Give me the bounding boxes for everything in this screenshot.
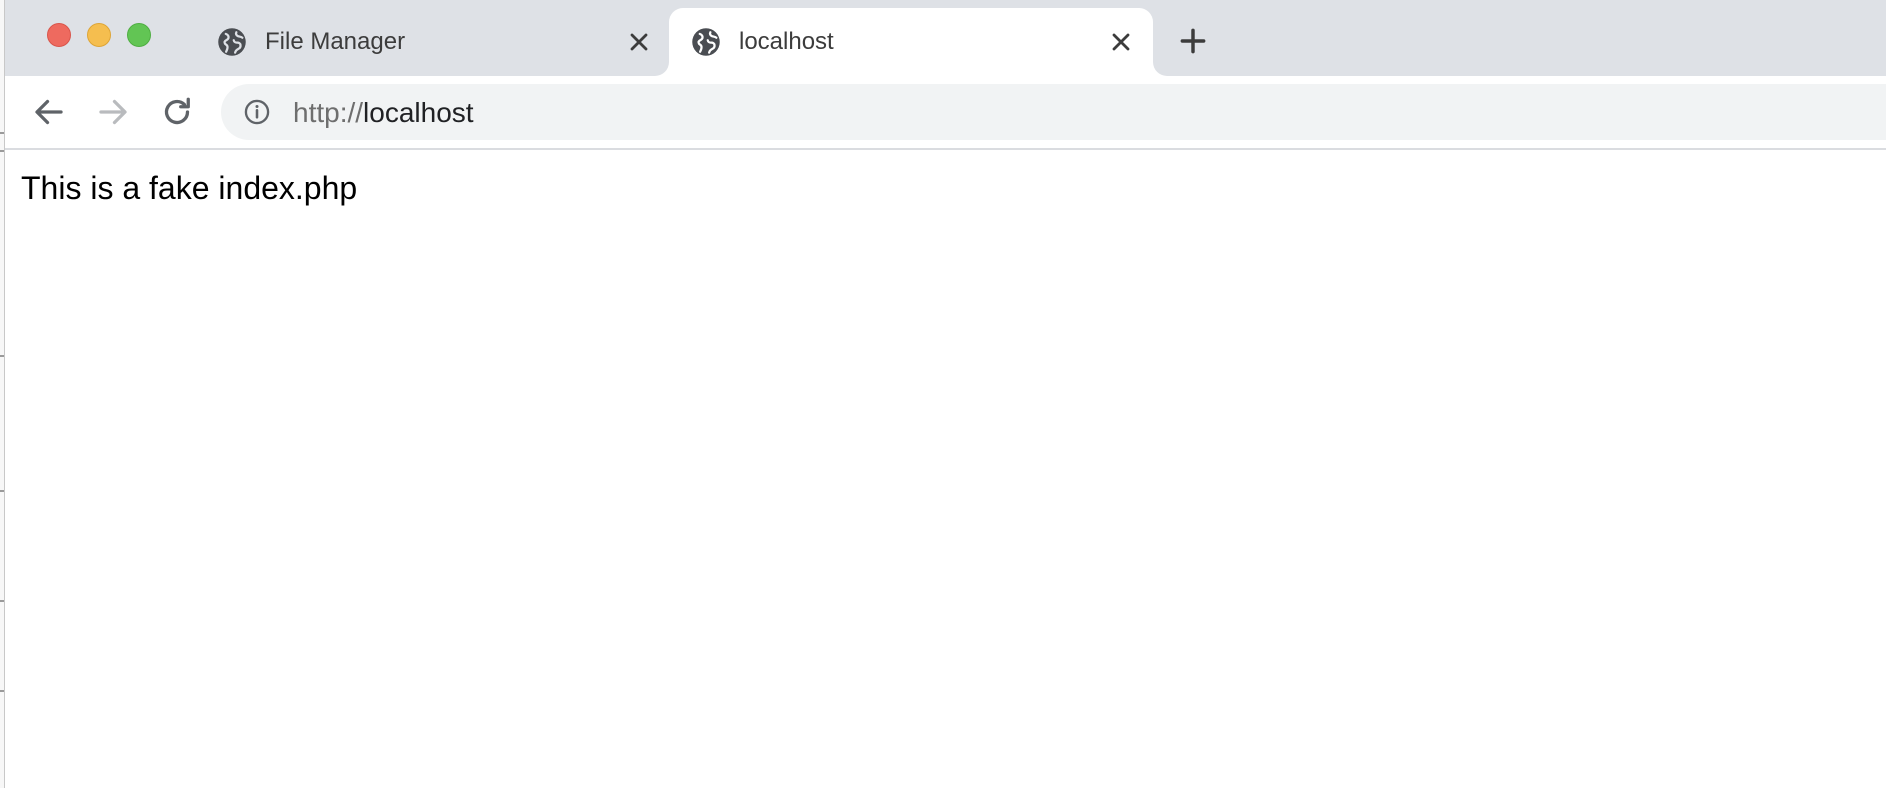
close-icon[interactable] bbox=[1107, 28, 1135, 56]
tab-localhost[interactable]: localhost bbox=[669, 8, 1153, 76]
tab-file-manager[interactable]: File Manager bbox=[195, 8, 671, 76]
window-close-button[interactable] bbox=[47, 23, 71, 47]
info-icon[interactable] bbox=[243, 98, 271, 126]
arrow-left-icon[interactable] bbox=[31, 94, 67, 130]
browser-window: File Manager localhost http://localhost … bbox=[4, 0, 1886, 788]
url-scheme: http:// bbox=[293, 97, 364, 128]
window-minimize-button[interactable] bbox=[87, 23, 111, 47]
window-maximize-button[interactable] bbox=[127, 23, 151, 47]
page-content: This is a fake index.php bbox=[5, 150, 1886, 788]
arrow-right-icon[interactable] bbox=[95, 94, 131, 130]
globe-icon bbox=[218, 28, 246, 56]
page-body-text: This is a fake index.php bbox=[21, 170, 358, 206]
browser-toolbar: http://localhost bbox=[5, 76, 1886, 150]
globe-icon bbox=[692, 28, 720, 56]
reload-icon[interactable] bbox=[159, 94, 195, 130]
address-bar[interactable]: http://localhost bbox=[221, 84, 1886, 140]
new-tab-plus-icon[interactable] bbox=[1177, 25, 1209, 57]
url-host: localhost bbox=[363, 97, 474, 128]
url-text[interactable]: http://localhost bbox=[293, 97, 474, 129]
close-icon[interactable] bbox=[625, 28, 653, 56]
tab-title: localhost bbox=[739, 28, 834, 55]
tab-title: File Manager bbox=[265, 28, 406, 55]
tab-strip: File Manager localhost bbox=[5, 0, 1886, 76]
